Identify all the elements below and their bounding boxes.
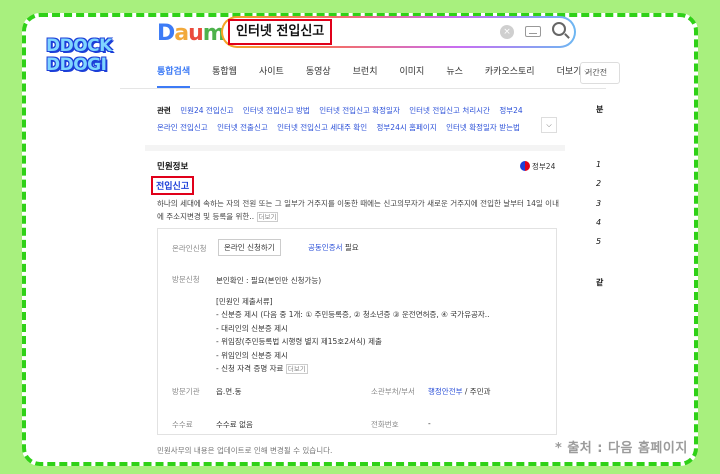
dept-link[interactable]: 행정안전부 (428, 387, 463, 396)
related-link[interactable]: 인터넷 전입신고 처리시간 (409, 106, 490, 115)
org-label: 방문기관 (172, 387, 200, 396)
phone-label: 전화번호 (371, 420, 399, 429)
visit-more-link[interactable]: 더보기 (285, 364, 308, 374)
tab-site[interactable]: 사이트 (259, 64, 284, 88)
source-caption: * 출처 : 다음 홈페이지 (555, 441, 688, 456)
clear-icon[interactable]: × (500, 25, 514, 39)
fee-value: 수수료 없음 (216, 420, 253, 429)
search-icon[interactable] (552, 22, 566, 36)
visit-details: 본인확인 : 필요(본인만 신청가능) [민원인 제출서류] - 신분증 제시 … (216, 276, 490, 374)
result-description: 하나의 세대에 속하는 자의 전원 또는 그 일부가 거주지를 이동한 때에는 … (157, 199, 559, 222)
gov24-logo[interactable]: 정부24 (520, 161, 555, 172)
search-tabs: 통합검색 통합웹 사이트 동영상 브런치 이미지 뉴스 카카오스토리 더보기 ⌵ (157, 64, 613, 88)
section-divider (145, 145, 565, 151)
result-title-link[interactable]: 전입신고 (151, 176, 195, 195)
related-link[interactable]: 인터넷 전출신고 (217, 123, 268, 132)
expand-related-button[interactable]: ⌵ (541, 117, 557, 133)
cert-info: 공동인증서 필요 (308, 243, 359, 252)
online-label: 온라인신청 (172, 244, 207, 253)
tab-brunch[interactable]: 브런치 (353, 64, 378, 88)
related-link[interactable]: 인터넷 전입신고 세대주 확인 (277, 123, 367, 132)
tab-image[interactable]: 이미지 (400, 64, 425, 88)
related-link[interactable]: 인터넷 전입신고 방법 (243, 106, 310, 115)
daum-logo[interactable]: Daum (157, 21, 226, 46)
related-link[interactable]: 인터넷 확정일자 받는법 (446, 123, 520, 132)
footer-note: 민원사무의 내용은 업데이트로 인해 변경될 수 있습니다. (157, 446, 333, 455)
ddock-ddogi-logo: DDOCK DDOGI (46, 36, 112, 75)
related-link[interactable]: 인터넷 전입신고 확정일자 (319, 106, 400, 115)
tab-news[interactable]: 뉴스 (446, 64, 463, 88)
dept-info: 행정안전부 / 주민과 (428, 387, 491, 396)
related-link[interactable]: 정부24 (499, 106, 522, 115)
search-box[interactable]: 인터넷 전입신고 × (221, 16, 576, 48)
online-apply-button[interactable]: 온라인 신청하기 (218, 239, 281, 256)
tab-kakaostory[interactable]: 카카오스토리 (485, 64, 535, 88)
tab-web[interactable]: 통합웹 (212, 64, 237, 88)
keyboard-icon[interactable] (525, 26, 541, 37)
related-searches: 관련 민원24 전입신고 인터넷 전입신고 방법 인터넷 전입신고 확정일자 인… (157, 106, 523, 132)
related-link[interactable]: 온라인 전입신고 (157, 123, 208, 132)
section-title: 민원정보 (157, 162, 189, 172)
org-value: 읍.면.동 (216, 387, 242, 396)
taegeuk-icon (520, 161, 530, 171)
period-filter[interactable]: 기간전 (580, 62, 620, 84)
visit-label: 방문신청 (172, 275, 200, 284)
divider (120, 88, 606, 89)
phone-value: - (428, 419, 431, 428)
fee-label: 수수료 (172, 420, 193, 429)
related-link[interactable]: 정부24시 홈페이지 (377, 123, 437, 132)
more-link[interactable]: 더보기 (256, 212, 279, 222)
search-input[interactable]: 인터넷 전입신고 (228, 19, 333, 45)
dept-label: 소관부처/부서 (371, 387, 415, 396)
tab-video[interactable]: 동영상 (306, 64, 331, 88)
info-box: 온라인신청 온라인 신청하기 공동인증서 필요 방문신청 본인확인 : 필요(본… (157, 228, 557, 435)
cert-link[interactable]: 공동인증서 (308, 243, 343, 252)
tab-integrated[interactable]: 통합검색 (157, 64, 191, 88)
related-link[interactable]: 민원24 전입신고 (180, 106, 233, 115)
